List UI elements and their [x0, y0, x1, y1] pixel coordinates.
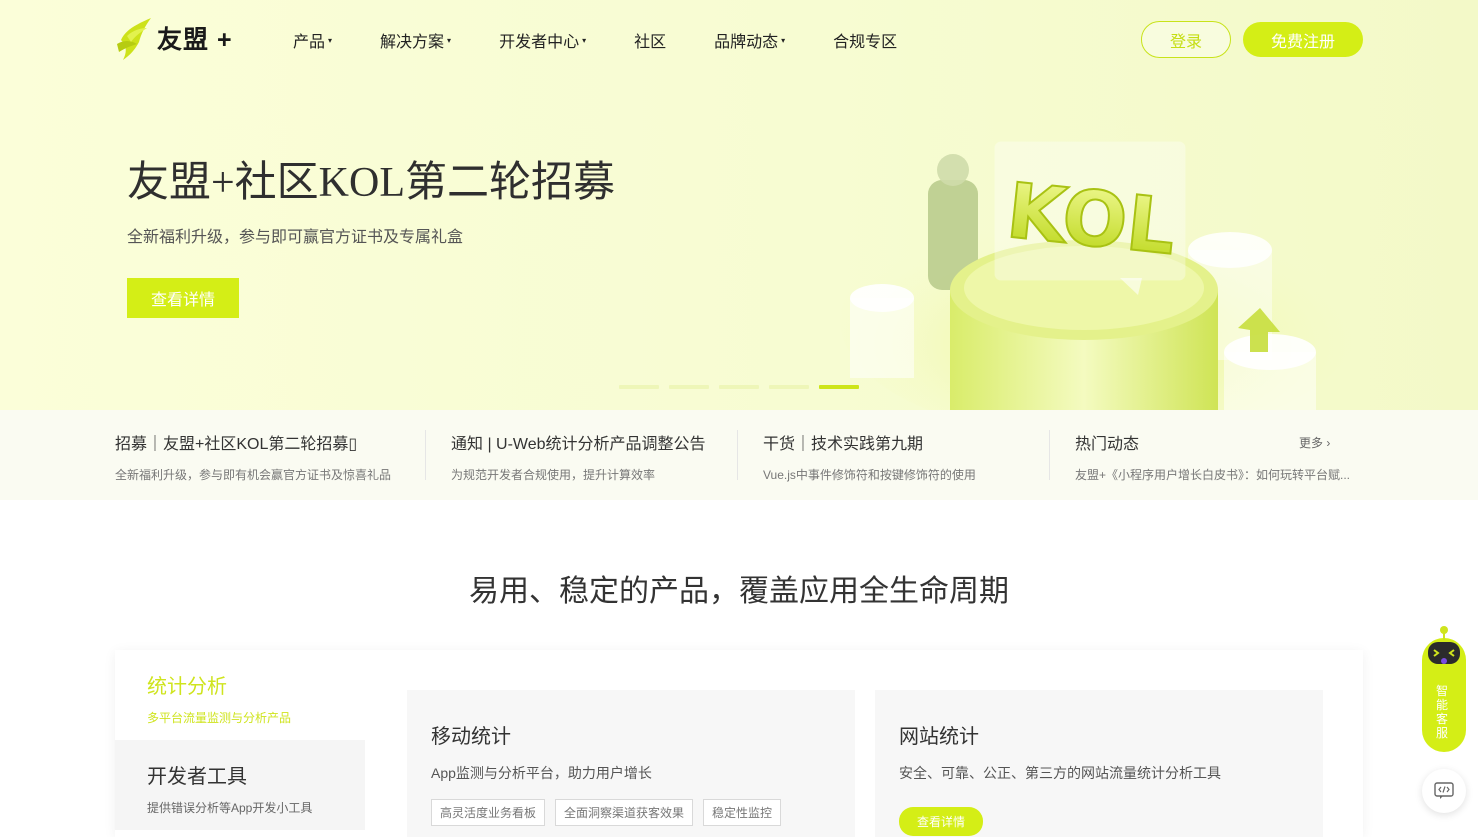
customer-service-bot[interactable]: 智能客服 [1422, 626, 1466, 752]
product-category-sidebar: 统计分析 多平台流量监测与分析产品 开发者工具 提供错误分析等App开发小工具 [115, 650, 365, 837]
category-desc: 提供错误分析等App开发小工具 [147, 801, 313, 815]
nav-item-label: 合规专区 [833, 34, 898, 51]
news-item[interactable]: 招募｜友盟+社区KOL第二轮招募▯ 全新福利升级，参与即有机会赢官方证书及惊喜礼… [115, 430, 391, 483]
news-item[interactable]: 干货｜技术实践第九期 Vue.js中事件修饰符和按键修饰符的使用 [763, 430, 976, 483]
carousel-dot[interactable] [719, 385, 759, 389]
logo-text: 友盟 + [157, 26, 233, 54]
card-detail-button[interactable]: 查看详情 [899, 807, 984, 836]
nav-item-community[interactable]: 社区 [634, 28, 666, 52]
login-button[interactable]: 登录 [1141, 21, 1231, 58]
register-button[interactable]: 免费注册 [1243, 22, 1363, 57]
nav-item-label: 社区 [634, 34, 667, 51]
caret-down-icon: ▾ [447, 35, 452, 45]
main-nav: 产品 ▾ 解决方案 ▾ 开发者中心 ▾ 社区 品牌动态 ▾ 合规专区 [293, 28, 897, 52]
divider [425, 430, 426, 480]
card-desc: App监测与分析平台，助力用户增长 [431, 765, 652, 781]
category-name: 统计分析 [147, 676, 227, 698]
nav-item-brand-news[interactable]: 品牌动态 ▾ [714, 28, 785, 52]
product-card-web-analytics[interactable]: 网站统计 安全、可靠、公正、第三方的网站流量统计分析工具 查看详情 [875, 690, 1323, 837]
logo[interactable]: 友盟 + [115, 16, 233, 60]
hero-subtitle: 全新福利升级，参与即可赢官方证书及专属礼盒 [127, 229, 464, 246]
news-title: 通知 | U-Web统计分析产品调整公告 [451, 436, 706, 453]
nav-item-products[interactable]: 产品 ▾ [293, 28, 332, 52]
category-developer-tools[interactable]: 开发者工具 提供错误分析等App开发小工具 [115, 740, 365, 830]
news-desc: 友盟+《小程序用户增长白皮书》：如何玩转平台赋... [1075, 468, 1351, 482]
nav-item-label: 开发者中心 [499, 34, 580, 51]
divider [737, 430, 738, 480]
product-card-mobile-analytics[interactable]: 移动统计 App监测与分析平台，助力用户增长 高灵活度业务看板 全面洞察渠道获客… [407, 690, 855, 837]
logo-bird-icon [117, 18, 151, 60]
card-title: 移动统计 [431, 726, 511, 748]
nav-item-developer-center[interactable]: 开发者中心 ▾ [499, 28, 586, 52]
card-title: 网站统计 [899, 726, 979, 748]
feature-tags: 高灵活度业务看板 全面洞察渠道获客效果 稳定性监控 [431, 799, 831, 826]
news-item[interactable]: 通知 | U-Web统计分析产品调整公告 为规范开发者合规使用，提升计算效率 [451, 430, 706, 483]
news-desc: 为规范开发者合规使用，提升计算效率 [451, 468, 656, 482]
category-desc: 多平台流量监测与分析产品 [147, 711, 292, 725]
code-feedback-icon [1434, 782, 1454, 799]
caret-down-icon: ▾ [582, 35, 587, 45]
section-title: 易用、稳定的产品，覆盖应用全生命周期 [469, 575, 1009, 608]
nav-item-label: 产品 [293, 34, 326, 51]
hero-title: 友盟+社区KOL第二轮招募 [127, 160, 616, 206]
nav-item-label: 品牌动态 [714, 34, 779, 51]
feature-tag: 全面洞察渠道获客效果 [555, 799, 694, 826]
robot-icon [1428, 626, 1460, 664]
carousel-dot[interactable] [769, 385, 809, 389]
carousel-dot[interactable] [619, 385, 659, 389]
svg-text:KOL: KOL [1003, 166, 1180, 272]
feature-tag: 稳定性监控 [703, 799, 782, 826]
news-strip: 招募｜友盟+社区KOL第二轮招募▯ 全新福利升级，参与即有机会赢官方证书及惊喜礼… [0, 410, 1478, 500]
news-desc: 全新福利升级，参与即有机会赢官方证书及惊喜礼品 [115, 468, 392, 482]
caret-down-icon: ▾ [328, 35, 333, 45]
feedback-button[interactable] [1422, 769, 1466, 813]
card-desc: 安全、可靠、公正、第三方的网站流量统计分析工具 [899, 765, 1221, 781]
bot-label: 智能客服 [1436, 684, 1449, 740]
hero-banner: KOL 友盟 + 产品 ▾ 解决方案 ▾ 开发者中心 ▾ 社区 品牌动态 ▾ 合… [0, 0, 1478, 410]
nav-item-solutions[interactable]: 解决方案 ▾ [380, 28, 451, 52]
divider [1049, 430, 1050, 480]
feature-tag: 高灵活度业务看板 [431, 799, 546, 826]
caret-down-icon: ▾ [781, 35, 786, 45]
kol-illustration: KOL [840, 141, 1360, 410]
more-link[interactable]: 更多 › [1299, 434, 1330, 451]
category-statistics[interactable]: 统计分析 多平台流量监测与分析产品 [115, 650, 365, 740]
news-desc: Vue.js中事件修饰符和按键修饰符的使用 [763, 468, 976, 482]
hero-detail-button[interactable]: 查看详情 [127, 278, 239, 318]
top-navigation: 友盟 + 产品 ▾ 解决方案 ▾ 开发者中心 ▾ 社区 品牌动态 ▾ 合规专区 登录 免… [0, 0, 1478, 80]
nav-item-label: 解决方案 [380, 34, 445, 51]
news-title: 招募｜友盟+社区KOL第二轮招募▯ [115, 436, 358, 453]
news-title: 干货｜技术实践第九期 [763, 436, 924, 453]
nav-item-compliance[interactable]: 合规专区 [833, 28, 897, 52]
carousel-dot[interactable] [669, 385, 709, 389]
carousel-indicators [619, 385, 869, 389]
carousel-dot-active[interactable] [819, 385, 859, 389]
category-name: 开发者工具 [147, 766, 247, 788]
